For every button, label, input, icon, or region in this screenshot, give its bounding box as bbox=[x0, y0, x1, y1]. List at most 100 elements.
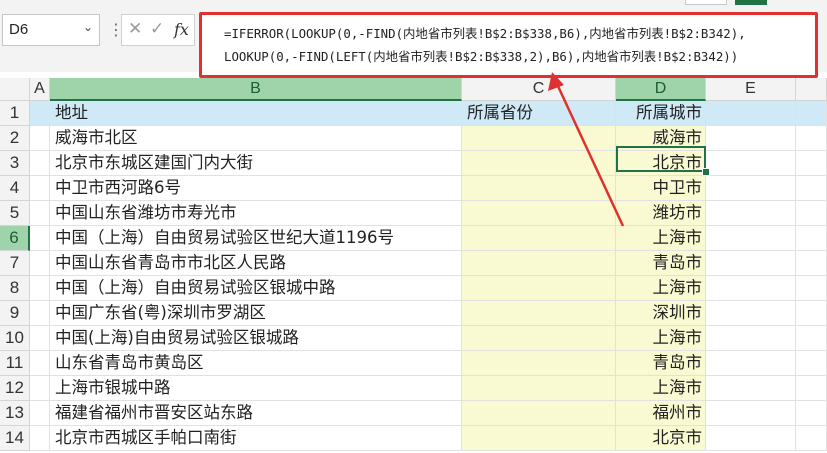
cell-f8[interactable] bbox=[796, 276, 827, 301]
cell-f9[interactable] bbox=[796, 301, 827, 326]
cell-d6[interactable]: 上海市 bbox=[616, 226, 706, 251]
row-header-13[interactable]: 13 bbox=[0, 401, 30, 426]
cell-f13[interactable] bbox=[796, 401, 827, 426]
row-header-5[interactable]: 5 bbox=[0, 201, 30, 226]
fx-insert-function-button[interactable]: fx bbox=[174, 20, 189, 39]
cell-c12[interactable] bbox=[462, 376, 616, 401]
cell-e3[interactable] bbox=[706, 151, 796, 176]
cell-d5[interactable]: 潍坊市 bbox=[616, 201, 706, 226]
cell-f4[interactable] bbox=[796, 176, 827, 201]
cell-d7[interactable]: 青岛市 bbox=[616, 251, 706, 276]
cell-a1[interactable] bbox=[30, 101, 50, 126]
cell-a5[interactable] bbox=[30, 201, 50, 226]
cell-f1[interactable] bbox=[796, 101, 827, 126]
cell-e1[interactable] bbox=[706, 101, 796, 126]
cell-d10[interactable]: 上海市 bbox=[616, 326, 706, 351]
cell-b6[interactable]: 中国（上海）自由贸易试验区世纪大道1196号 bbox=[50, 226, 462, 251]
cell-b10[interactable]: 中国(上海)自由贸易试验区银城路 bbox=[50, 326, 462, 351]
column-header-c[interactable]: C bbox=[462, 78, 616, 101]
column-header-b[interactable]: B bbox=[50, 78, 462, 101]
cell-e13[interactable] bbox=[706, 401, 796, 426]
cell-c10[interactable] bbox=[462, 326, 616, 351]
cell-e2[interactable] bbox=[706, 126, 796, 151]
cell-b14[interactable]: 北京市西城区手帕口南街 bbox=[50, 426, 462, 451]
name-box[interactable]: D6 ⌄ bbox=[2, 14, 100, 46]
cell-a6[interactable] bbox=[30, 226, 50, 251]
cell-f5[interactable] bbox=[796, 201, 827, 226]
cell-b7[interactable]: 中国山东省青岛市市北区人民路 bbox=[50, 251, 462, 276]
row-header-14[interactable]: 14 bbox=[0, 426, 30, 451]
cell-c7[interactable] bbox=[462, 251, 616, 276]
cell-c1[interactable]: 所属省份 bbox=[462, 101, 616, 126]
select-all-corner[interactable] bbox=[0, 78, 30, 101]
ribbon-share-button[interactable] bbox=[735, 0, 767, 5]
formula-input[interactable]: =IFERROR(LOOKUP(0,-FIND(内地省市列表!B$2:B$338… bbox=[199, 12, 818, 78]
cell-a2[interactable] bbox=[30, 126, 50, 151]
cell-e5[interactable] bbox=[706, 201, 796, 226]
checkmark-icon[interactable]: ✓ bbox=[150, 19, 164, 39]
cell-a10[interactable] bbox=[30, 326, 50, 351]
row-header-1[interactable]: 1 bbox=[0, 101, 30, 126]
cell-c2[interactable] bbox=[462, 126, 616, 151]
cell-d14[interactable]: 北京市 bbox=[616, 426, 706, 451]
cell-c6[interactable] bbox=[462, 226, 616, 251]
cell-a12[interactable] bbox=[30, 376, 50, 401]
cell-e11[interactable] bbox=[706, 351, 796, 376]
row-header-11[interactable]: 11 bbox=[0, 351, 30, 376]
row-header-10[interactable]: 10 bbox=[0, 326, 30, 351]
cell-c11[interactable] bbox=[462, 351, 616, 376]
cell-b11[interactable]: 山东省青岛市黄岛区 bbox=[50, 351, 462, 376]
column-header-e[interactable]: E bbox=[706, 78, 796, 101]
cell-a11[interactable] bbox=[30, 351, 50, 376]
row-header-2[interactable]: 2 bbox=[0, 126, 30, 151]
cell-e14[interactable] bbox=[706, 426, 796, 451]
cell-b9[interactable]: 中国广东省(粤)深圳市罗湖区 bbox=[50, 301, 462, 326]
cell-c13[interactable] bbox=[462, 401, 616, 426]
row-header-4[interactable]: 4 bbox=[0, 176, 30, 201]
cell-a8[interactable] bbox=[30, 276, 50, 301]
cell-e7[interactable] bbox=[706, 251, 796, 276]
cell-c14[interactable] bbox=[462, 426, 616, 451]
cell-d4[interactable]: 中卫市 bbox=[616, 176, 706, 201]
cell-b2[interactable]: 威海市北区 bbox=[50, 126, 462, 151]
cell-b5[interactable]: 中国山东省潍坊市寿光市 bbox=[50, 201, 462, 226]
row-header-8[interactable]: 8 bbox=[0, 276, 30, 301]
cell-e8[interactable] bbox=[706, 276, 796, 301]
column-header-a[interactable]: A bbox=[30, 78, 50, 101]
cell-b3[interactable]: 北京市东城区建国门内大街 bbox=[50, 151, 462, 176]
cell-c9[interactable] bbox=[462, 301, 616, 326]
cell-f14[interactable] bbox=[796, 426, 827, 451]
cell-e9[interactable] bbox=[706, 301, 796, 326]
cell-c8[interactable] bbox=[462, 276, 616, 301]
row-header-12[interactable]: 12 bbox=[0, 376, 30, 401]
cell-b1[interactable]: 地址 bbox=[50, 101, 462, 126]
cell-d1[interactable]: 所属城市 bbox=[616, 101, 706, 126]
row-header-6[interactable]: 6 bbox=[0, 226, 30, 251]
column-header-next[interactable] bbox=[796, 78, 827, 101]
cell-a9[interactable] bbox=[30, 301, 50, 326]
active-cell-d6[interactable] bbox=[616, 146, 706, 172]
cell-f3[interactable] bbox=[796, 151, 827, 176]
cell-f11[interactable] bbox=[796, 351, 827, 376]
cell-a7[interactable] bbox=[30, 251, 50, 276]
spreadsheet-grid[interactable]: A B C D E 1 地址 所属省份 所属城市 2 威海市北区 威海市 3 北京市东城区建国门内大街 北京… bbox=[0, 78, 827, 453]
cell-f12[interactable] bbox=[796, 376, 827, 401]
close-icon[interactable]: ✕ bbox=[128, 19, 142, 39]
cell-d11[interactable]: 青岛市 bbox=[616, 351, 706, 376]
cell-f2[interactable] bbox=[796, 126, 827, 151]
cell-d9[interactable]: 深圳市 bbox=[616, 301, 706, 326]
cell-c4[interactable] bbox=[462, 176, 616, 201]
cell-e6[interactable] bbox=[706, 226, 796, 251]
cell-a4[interactable] bbox=[30, 176, 50, 201]
cell-a3[interactable] bbox=[30, 151, 50, 176]
cell-f7[interactable] bbox=[796, 251, 827, 276]
cell-d12[interactable]: 上海市 bbox=[616, 376, 706, 401]
row-header-3[interactable]: 3 bbox=[0, 151, 30, 176]
cell-b12[interactable]: 上海市银城中路 bbox=[50, 376, 462, 401]
cell-c5[interactable] bbox=[462, 201, 616, 226]
row-header-9[interactable]: 9 bbox=[0, 301, 30, 326]
cell-b4[interactable]: 中卫市西河路6号 bbox=[50, 176, 462, 201]
cell-a14[interactable] bbox=[30, 426, 50, 451]
cell-f10[interactable] bbox=[796, 326, 827, 351]
cell-b8[interactable]: 中国（上海）自由贸易试验区银城中路 bbox=[50, 276, 462, 301]
